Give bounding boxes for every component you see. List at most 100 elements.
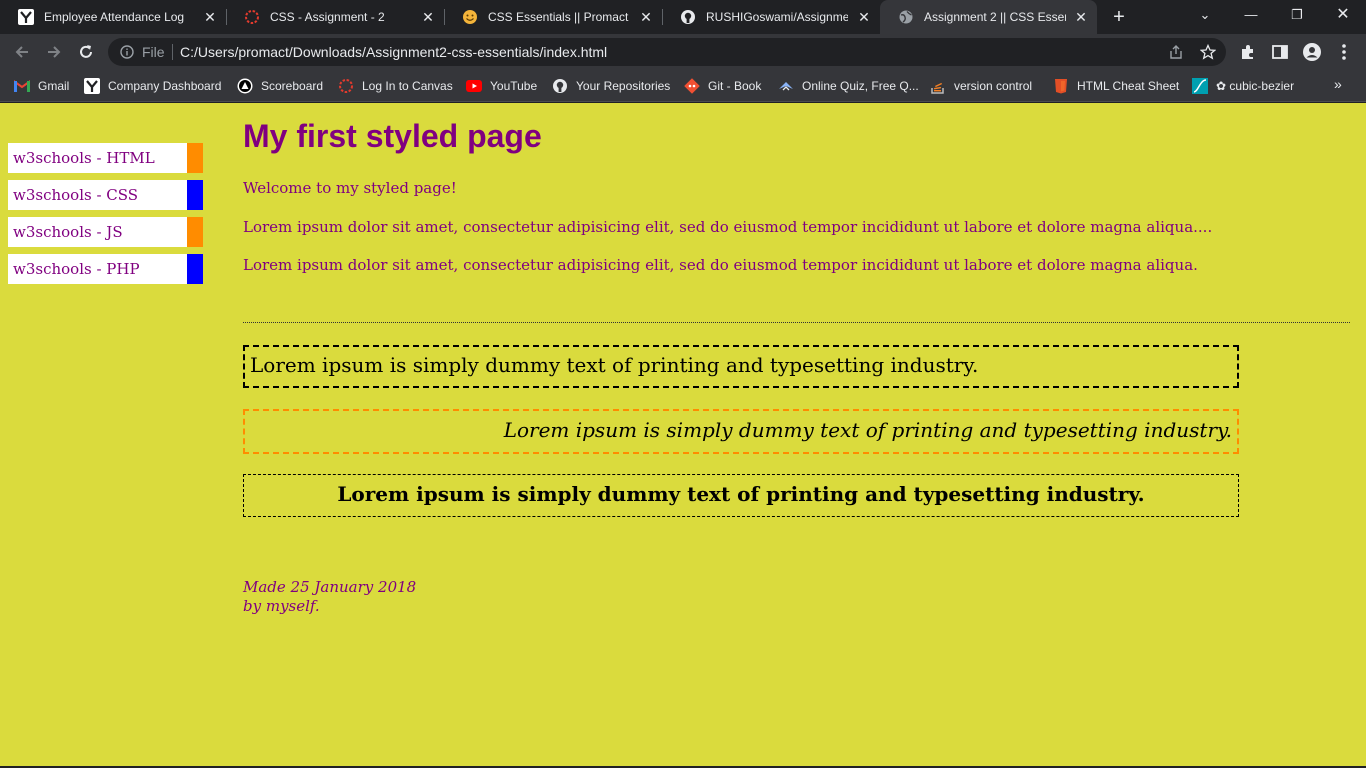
quiz-icon xyxy=(778,78,794,94)
minimize-button[interactable]: — xyxy=(1228,0,1274,30)
gmail-icon xyxy=(14,78,30,94)
browser-toolbar: File C:/Users/promact/Downloads/Assignme… xyxy=(0,34,1366,70)
nav-accent-bar xyxy=(187,254,203,284)
nav-link-w3schools-html[interactable]: w3schools - HTML xyxy=(8,143,203,173)
kebab-menu-icon[interactable] xyxy=(1334,42,1354,62)
url-text[interactable]: C:/Users/promact/Downloads/Assignment2-c… xyxy=(180,44,607,60)
bookmark-html-cheat-sheet[interactable]: HTML Cheat Sheet xyxy=(1053,70,1179,101)
share-icon[interactable] xyxy=(1168,44,1184,60)
tab-title: CSS Essentials || Promact xyxy=(488,10,629,24)
close-icon[interactable]: ✕ xyxy=(420,9,436,25)
bookmark-version-control[interactable]: version control xyxy=(930,70,1032,101)
dashed-orange-italic-box: Lorem ipsum is simply dummy text of prin… xyxy=(243,409,1239,454)
info-icon[interactable] xyxy=(120,45,134,59)
welcome-text: Welcome to my styled page! xyxy=(243,179,457,197)
page-title: My first styled page xyxy=(243,118,542,154)
arrow-left-icon xyxy=(15,46,28,58)
company-logo-icon xyxy=(84,77,100,94)
dotted-divider xyxy=(243,322,1350,323)
extensions-icon[interactable] xyxy=(1238,42,1258,62)
page-viewport: w3schools - HTML w3schools - CSS w3schoo… xyxy=(0,103,1366,766)
page-footer: Made 25 January 2018 by myself. xyxy=(243,578,416,616)
bookmark-label: ✿ cubic-bezier xyxy=(1216,78,1295,93)
nav-link-label: w3schools - CSS xyxy=(13,186,139,204)
lorem-paragraph-2: Lorem ipsum dolor sit amet, consectetur … xyxy=(243,256,1198,274)
tab-assignment-2-active[interactable]: Assignment 2 || CSS Essentials ✕ xyxy=(880,0,1097,34)
profile-avatar-icon[interactable] xyxy=(1302,42,1322,62)
side-panel-icon[interactable] xyxy=(1270,42,1290,62)
globe-icon xyxy=(898,9,914,25)
canvas-ring-icon xyxy=(244,9,260,25)
smiley-icon xyxy=(462,9,478,25)
bookmark-online-quiz[interactable]: Online Quiz, Free Q... xyxy=(778,70,919,101)
reload-icon xyxy=(80,45,92,58)
bookmark-label: Gmail xyxy=(38,78,70,93)
tab-title: CSS - Assignment - 2 xyxy=(270,10,385,24)
bookmark-cubic-bezier[interactable]: ✿ cubic-bezier xyxy=(1192,70,1294,101)
nav-accent-bar xyxy=(187,217,203,247)
html5-icon xyxy=(1053,78,1069,94)
close-icon[interactable]: ✕ xyxy=(1073,9,1089,25)
bookmark-label: Scoreboard xyxy=(261,78,324,93)
new-tab-button[interactable]: + xyxy=(1108,7,1130,29)
nav-link-w3schools-css[interactable]: w3schools - CSS xyxy=(8,180,203,210)
nav-link-label: w3schools - PHP xyxy=(13,260,140,278)
nav-link-w3schools-php[interactable]: w3schools - PHP xyxy=(8,254,203,284)
canvas-ring-icon xyxy=(338,78,354,94)
bookmark-company-dashboard[interactable]: Company Dashboard xyxy=(84,70,221,101)
dashed-thin-bold-box: Lorem ipsum is simply dummy text of prin… xyxy=(243,474,1239,517)
tab-employee-attendance[interactable]: Employee Attendance Log ✕ xyxy=(0,0,226,34)
nav-link-label: w3schools - HTML xyxy=(13,149,155,167)
footer-author: by myself. xyxy=(243,597,320,615)
tab-github-repo[interactable]: RUSHIGoswami/Assignment2 ✕ xyxy=(662,0,880,34)
company-logo-icon xyxy=(18,9,34,25)
bookmark-label: Online Quiz, Free Q... xyxy=(802,78,919,93)
restore-button[interactable]: ❐ xyxy=(1274,0,1320,30)
scoreboard-icon xyxy=(237,78,253,94)
reload-button[interactable] xyxy=(75,41,97,63)
tab-title: Employee Attendance Log xyxy=(44,10,185,24)
box-text: Lorem ipsum is simply dummy text of prin… xyxy=(250,353,979,377)
bookmark-your-repositories[interactable]: Your Repositories xyxy=(552,70,670,101)
nav-link-w3schools-js[interactable]: w3schools - JS xyxy=(8,217,203,247)
tab-css-essentials[interactable]: CSS Essentials || Promact ✕ xyxy=(444,0,662,34)
close-icon[interactable]: ✕ xyxy=(638,9,654,25)
close-icon[interactable]: ✕ xyxy=(202,9,218,25)
omnibox-separator xyxy=(172,44,173,60)
tab-title: Assignment 2 || CSS Essentials xyxy=(924,10,1066,24)
bookmark-label: version control xyxy=(954,78,1033,93)
bookmark-canvas-login[interactable]: Log In to Canvas xyxy=(338,70,453,101)
git-icon xyxy=(684,77,700,94)
bookmark-label: Log In to Canvas xyxy=(362,78,453,93)
bookmark-git-book[interactable]: Git - Book xyxy=(684,70,761,101)
bookmark-youtube[interactable]: YouTube xyxy=(466,70,537,101)
dashed-black-box: Lorem ipsum is simply dummy text of prin… xyxy=(243,345,1239,388)
close-window-button[interactable]: ✕ xyxy=(1320,0,1366,30)
nav-accent-bar xyxy=(187,143,203,173)
github-icon xyxy=(680,9,696,25)
tab-css-assignment[interactable]: CSS - Assignment - 2 ✕ xyxy=(226,0,444,34)
bookmark-scoreboard[interactable]: Scoreboard xyxy=(237,70,323,101)
back-button[interactable] xyxy=(11,41,33,63)
tab-strip: Employee Attendance Log ✕ CSS - Assignme… xyxy=(0,0,1366,34)
cubic-bezier-icon xyxy=(1192,77,1208,94)
scheme-label: File xyxy=(142,44,165,60)
bookmark-gmail[interactable]: Gmail xyxy=(14,70,69,101)
tab-search-button[interactable]: ⌄ xyxy=(1182,0,1228,30)
bookmark-label: HTML Cheat Sheet xyxy=(1077,78,1180,93)
close-icon[interactable]: ✕ xyxy=(856,9,872,25)
nav-accent-bar xyxy=(187,180,203,210)
star-icon[interactable] xyxy=(1199,43,1217,60)
address-bar[interactable]: File C:/Users/promact/Downloads/Assignme… xyxy=(108,38,1226,66)
box-text: Lorem ipsum is simply dummy text of prin… xyxy=(337,482,1145,506)
bookmark-label: Git - Book xyxy=(708,78,762,93)
forward-button[interactable] xyxy=(43,41,65,63)
stackoverflow-icon xyxy=(930,78,946,94)
bookmark-label: YouTube xyxy=(490,78,538,93)
box-text: Lorem ipsum is simply dummy text of prin… xyxy=(503,418,1232,442)
side-navigation: w3schools - HTML w3schools - CSS w3schoo… xyxy=(8,143,203,291)
bookmarks-overflow-chevron-icon[interactable]: » xyxy=(1334,76,1342,92)
tab-title: RUSHIGoswami/Assignment2 xyxy=(706,10,848,24)
bookmarks-bar: Gmail Company Dashboard Scoreboard Log I… xyxy=(0,70,1366,102)
nav-link-label: w3schools - JS xyxy=(13,223,123,241)
